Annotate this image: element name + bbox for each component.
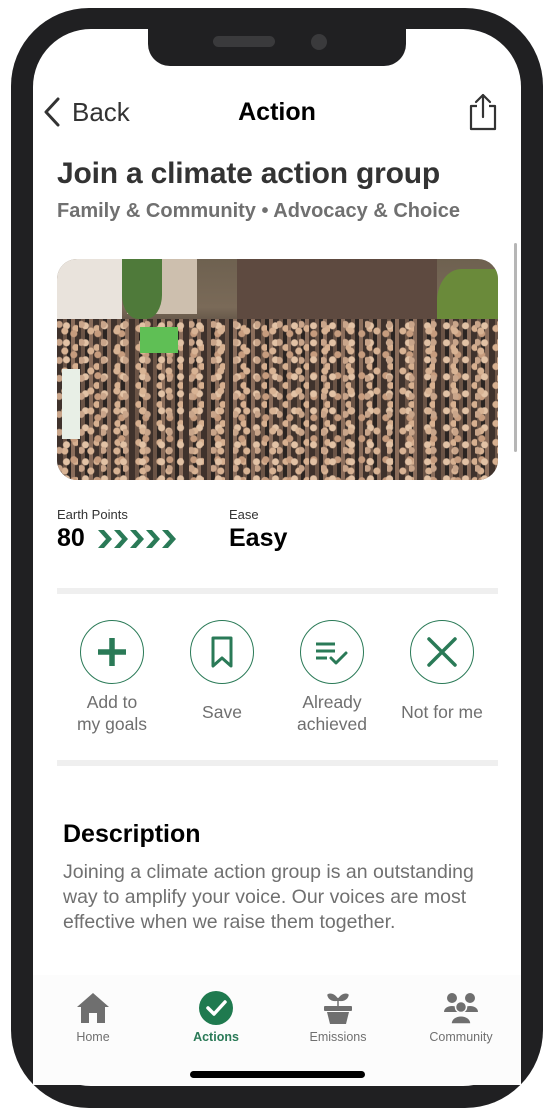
people-group-icon <box>444 993 478 1025</box>
notch <box>148 29 406 66</box>
divider <box>57 588 498 594</box>
label-line: Add to <box>86 692 138 712</box>
image-crowd <box>57 319 498 480</box>
list-check-icon <box>316 642 348 665</box>
already-achieved-circle <box>300 620 364 684</box>
chevron-right-icon <box>98 530 112 548</box>
save-circle <box>190 620 254 684</box>
bookmark-icon <box>211 636 233 668</box>
description-body: Joining a climate action group is an out… <box>63 861 474 933</box>
image-tree <box>122 259 162 319</box>
share-button[interactable] <box>466 92 500 132</box>
description-heading: Description <box>63 820 201 848</box>
earth-points-chevrons <box>98 530 178 548</box>
label-line: my goals <box>76 714 148 734</box>
image-banner <box>62 369 80 439</box>
add-to-goals-circle <box>80 620 144 684</box>
front-camera <box>311 34 327 50</box>
tab-label: Home <box>76 1030 110 1044</box>
earth-points-label: Earth Points <box>57 507 128 522</box>
tab-label: Community <box>429 1030 493 1044</box>
action-hero-image <box>57 259 498 480</box>
action-categories: Family & Community • Advocacy & Choice <box>57 200 461 222</box>
chevron-right-icon <box>146 530 160 548</box>
tab-community[interactable]: Community <box>406 990 516 1044</box>
home-icon <box>77 993 109 1023</box>
not-for-me-circle <box>410 620 474 684</box>
ease-label: Ease <box>229 507 259 522</box>
label-line: achieved <box>296 714 368 734</box>
add-to-goals-button[interactable]: Add to my goals <box>62 620 162 735</box>
already-achieved-label: Already achieved <box>282 691 382 735</box>
ease-value: Easy <box>229 524 288 552</box>
plus-icon <box>98 638 126 666</box>
home-indicator[interactable] <box>190 1071 365 1078</box>
earth-points-value: 80 <box>57 524 85 552</box>
divider <box>57 760 498 766</box>
label-line: Already <box>302 692 362 712</box>
tab-actions[interactable]: Actions <box>161 990 271 1044</box>
chevron-right-icon <box>162 530 176 548</box>
share-icon <box>469 93 497 131</box>
x-icon <box>427 637 457 667</box>
add-to-goals-label: Add to my goals <box>62 691 162 735</box>
tab-home[interactable]: Home <box>38 990 148 1044</box>
scrollbar[interactable] <box>514 243 517 452</box>
chevron-right-icon <box>114 530 128 548</box>
save-label: Save <box>202 702 242 722</box>
not-for-me-label: Not for me <box>401 702 483 722</box>
already-achieved-button[interactable]: Already achieved <box>282 620 382 735</box>
tab-emissions[interactable]: Emissions <box>283 990 393 1044</box>
plant-pot-icon <box>324 993 352 1024</box>
chevron-right-icon <box>130 530 144 548</box>
image-flag <box>140 327 178 353</box>
tab-label: Actions <box>193 1030 239 1044</box>
tab-label: Emissions <box>309 1030 367 1044</box>
check-circle-icon <box>199 991 233 1025</box>
speaker <box>213 36 275 47</box>
save-button[interactable]: Save <box>172 620 272 723</box>
action-title: Join a climate action group <box>57 157 441 190</box>
not-for-me-button[interactable]: Not for me <box>392 620 492 723</box>
